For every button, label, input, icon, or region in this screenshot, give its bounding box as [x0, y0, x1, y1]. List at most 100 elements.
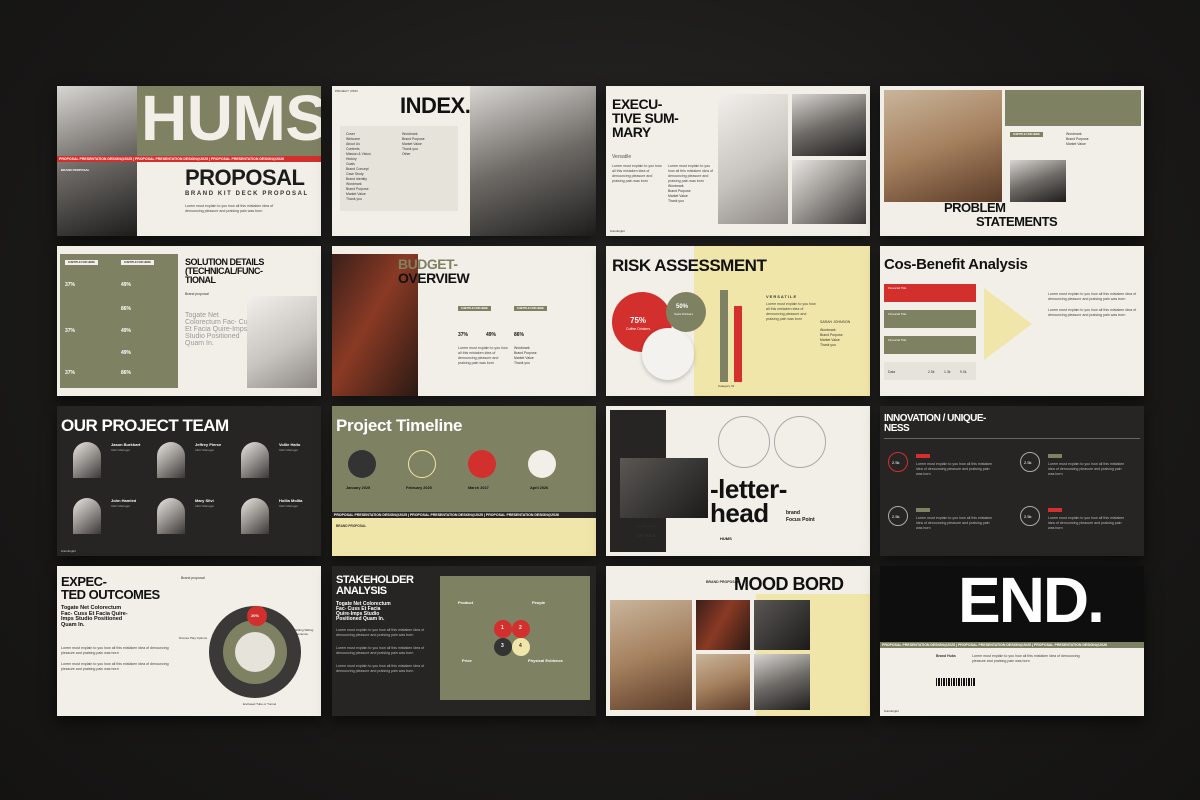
member-photo-2: [157, 442, 185, 478]
mood-photo-dark: [754, 600, 810, 650]
olive-block: [60, 254, 178, 388]
timeline-circle-2: [408, 450, 436, 478]
timeline-title: Project Timeline: [336, 416, 463, 435]
innovation-title-2: NESS: [884, 423, 910, 434]
end-label: Brand Hubs: [936, 654, 956, 658]
member-name-5: Mary Silvi: [195, 498, 214, 503]
timeline-circle-4: [528, 450, 556, 478]
slide-index[interactable]: PROJECT | PRO2026 INDEX. CoverWelcomeAbo…: [332, 86, 596, 236]
problem-title-1: PROBLEM: [944, 200, 1006, 215]
member-role-4: CEO Manager: [111, 504, 131, 508]
timeline-circle-3: [468, 450, 496, 478]
slide-innovation[interactable]: INNOVATION / UNIQUE- NESS 2.5k Lorem mus…: [880, 406, 1144, 556]
risk-pct-2: 50%: [676, 304, 689, 310]
index-list-left: Cover Welcome About Us Contents Mission & Vi…: [346, 132, 371, 201]
outcomes-title-1: EXPEC-: [61, 574, 107, 589]
member-name-6: Hollia Mollia: [279, 498, 303, 503]
outcomes-c1: Diverse Play Options: [179, 636, 208, 640]
slide-expected-outcomes[interactable]: EXPEC- TED OUTCOMES Togate Net Colorectu…: [57, 566, 321, 716]
stakeholder-title-2: ANALYSIS: [336, 585, 387, 597]
stakeholder-q1: Product: [458, 600, 474, 605]
slide-budget-overview[interactable]: BUDGET- OVERVIEW SUBTITLE FOR HERE SUBTI…: [332, 246, 596, 396]
pct-6: 37%: [65, 370, 76, 376]
pct-7: 49%: [121, 350, 132, 356]
budget-pct-1: 37%: [458, 332, 469, 338]
member-role-6: CEO Manager: [279, 504, 299, 508]
cover-band: PROPOSAL PRESENTATION DESIGN@2025 | PROP…: [57, 156, 321, 162]
cb-title: Cos-Benefit Analysis: [884, 256, 1028, 273]
slide-stakeholder-analysis[interactable]: STAKEHOLDER ANALYSIS Togate Net Colorect…: [332, 566, 596, 716]
risk-name: SARAH JOHNSON: [820, 320, 851, 324]
exec-title-3: MARY: [612, 124, 651, 140]
exec-title-2: TIVE SUM-: [612, 110, 679, 126]
stakeholder-q3: Price: [462, 658, 472, 663]
member-role-3: CEO Manager: [279, 448, 299, 452]
risk-list: Wordmark Brand Purpose Market Value Thank y…: [820, 328, 843, 347]
innovation-val-1: 2.5k: [892, 460, 900, 465]
cb-val-3: 9.0k: [960, 370, 967, 374]
solution-title-3: TIONAL: [185, 275, 216, 285]
solution-tag-2: SUBTITLE FOR HERE: [121, 260, 154, 265]
slide-problem-statements[interactable]: SUBTITLE FOR HERE Wordmark Brand Purpose M…: [880, 86, 1144, 236]
pct-4: 49%: [121, 328, 132, 334]
problem-photo-2: [1010, 160, 1066, 202]
innovation-body-3: Lorem must explain to you how all this m…: [916, 516, 993, 530]
timeline-circle-1: [348, 450, 376, 478]
innovation-rule: [884, 438, 1140, 439]
risk-pct-2-label: Soda Drinkers: [674, 312, 694, 316]
end-barcode: [936, 678, 976, 686]
timeline-band: PROPOSAL PRESENTATION DESIGN@2025 | PROP…: [332, 512, 596, 518]
olive-block: [1005, 90, 1141, 126]
outcomes-title-2: TED OUTCOMES: [61, 587, 160, 602]
outcomes-body: Lorem must explain to you how all this m…: [61, 646, 169, 655]
problem-list: Wordmark Brand Purpose Market Value: [1066, 132, 1089, 146]
stakeholder-body: Lorem must explain to you how all this m…: [336, 628, 425, 637]
problem-photo: [884, 90, 1002, 202]
risk-body: Lorem must explain to you how all this m…: [766, 302, 816, 321]
cb-row-title-3: Financial Title: [888, 338, 907, 342]
timeline-date-2: February 2025: [406, 486, 432, 490]
member-photo-5: [157, 498, 185, 534]
mood-photo-bag: [610, 600, 692, 710]
slide-hums-proposal[interactable]: HUMS PROPOSAL PRESENTATION DESIGN@2025 |…: [57, 86, 321, 236]
member-name-4: John Hamled: [111, 498, 137, 503]
solution-title-1: SOLUTION DETAILS: [185, 257, 264, 267]
slide-project-timeline[interactable]: Project Timeline January 2025 February 2…: [332, 406, 596, 556]
pct-1: 37%: [65, 282, 76, 288]
solution-quote: Togate Net Colorectum Fac- Cuss Et Facia…: [185, 312, 255, 347]
outcomes-pct: 20%: [251, 613, 260, 618]
member-role-1: CEO Manager: [111, 448, 131, 452]
innovation-tag-2: [1048, 454, 1062, 458]
slide-cost-benefit[interactable]: Cos-Benefit Analysis Financial Title Fin…: [880, 246, 1144, 396]
end-band: PROPOSAL PRESENTATION DESIGN@2025 | PROP…: [880, 642, 1144, 648]
slide-project-team[interactable]: OUR PROJECT TEAM Jason Burkhart CEO Mana…: [57, 406, 321, 556]
member-photo-1: [73, 442, 101, 478]
member-photo-6: [241, 498, 269, 534]
innovation-title-1: INNOVATION / UNIQUE-: [884, 413, 986, 424]
risk-sub: VERSATILE: [766, 294, 798, 299]
slide-executive-summary[interactable]: EXECU- TIVE SUM- MARY Versatile Lorem mu…: [606, 86, 870, 236]
slide-end[interactable]: END. PROPOSAL PRESENTATION DESIGN@2025 |…: [880, 566, 1144, 716]
slide-solution-details[interactable]: SUBTITLE FOR HERE SUBTITLE FOR HERE 37% …: [57, 246, 321, 396]
letterhead-title-2: head: [710, 498, 769, 528]
budget-tag-1: SUBTITLE FOR HERE: [458, 306, 491, 311]
stakeholder-num-2-text: 2: [519, 625, 522, 631]
member-photo-3: [241, 442, 269, 478]
slide-mood-board[interactable]: BRAND PROPOSAL MOOD BORD: [606, 566, 870, 716]
timeline-date-3: March 2027: [468, 486, 489, 490]
problem-title-2: STATEMENTS: [976, 214, 1058, 229]
letterhead-amount: 1.5K SMILE: [636, 534, 656, 538]
end-title: END.: [958, 566, 1105, 636]
mood-photo-bw: [754, 654, 810, 710]
innovation-body-4: Lorem must explain to you how all this m…: [1048, 516, 1125, 530]
risk-category: Category 01: [718, 384, 735, 388]
hums-title: HUMS: [141, 86, 321, 154]
slide-risk-assessment[interactable]: RISK ASSESSMENT 75% Coffee Drinkers 50% …: [606, 246, 870, 396]
team-title: OUR PROJECT TEAM: [61, 416, 229, 435]
innovation-val-4: 2.5k: [1024, 514, 1032, 519]
stakeholder-body-3: Lorem must explain to you how all this m…: [336, 664, 425, 673]
slide-letterhead[interactable]: Jennifer Wilson 1.5K SMILE -letter- head…: [606, 406, 870, 556]
budget-pct-3: 86%: [514, 332, 525, 338]
member-name-2: Jeffrey Pierce: [195, 442, 222, 447]
innovation-val-3: 2.5k: [892, 514, 900, 519]
